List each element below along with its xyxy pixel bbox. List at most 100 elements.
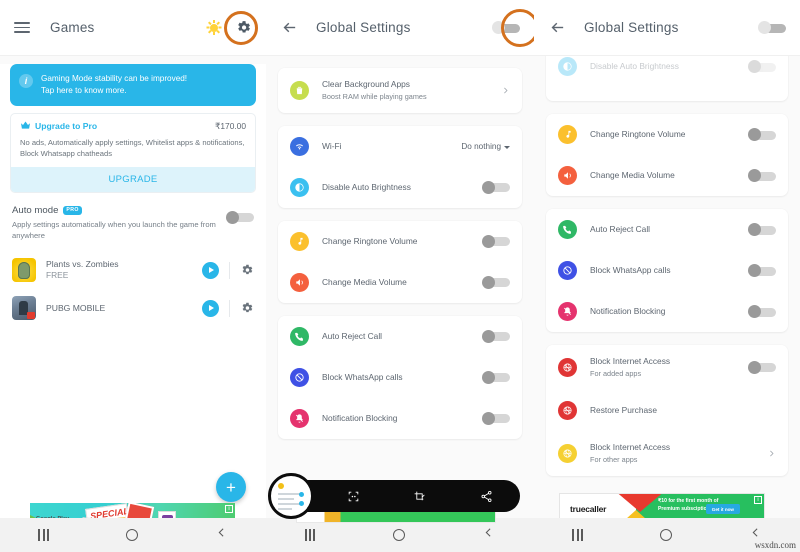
row-toggle[interactable] xyxy=(482,370,510,384)
chevron-right-icon[interactable] xyxy=(501,86,510,95)
row-toggle[interactable] xyxy=(482,234,510,248)
banner-text: Gaming Mode stability can be improved! T… xyxy=(41,73,187,97)
page-title: Global Settings xyxy=(584,20,679,35)
chevron-down-icon xyxy=(504,145,510,149)
row-toggle[interactable] xyxy=(748,169,776,182)
row-label: Block WhatsApp calls xyxy=(590,264,671,275)
list-item[interactable]: Block WhatsApp calls xyxy=(278,357,522,398)
row-label: Notification Blocking xyxy=(590,305,666,316)
auto-mode-section: Auto mode PRO Apply settings automatical… xyxy=(0,193,266,252)
hamburger-menu-icon[interactable] xyxy=(14,22,30,33)
row-label: Restore Purchase xyxy=(590,404,658,415)
card-network-display-partial: Disable Auto Brightness xyxy=(546,56,788,101)
row-toggle[interactable] xyxy=(748,360,776,374)
list-item[interactable]: Change Media Volume xyxy=(278,262,522,303)
recent-apps-button[interactable] xyxy=(38,529,49,541)
list-item[interactable]: Clear Background Apps Boost RAM while pl… xyxy=(278,68,522,113)
crop-edit-icon[interactable] xyxy=(413,490,426,503)
row-label: Disable Auto Brightness xyxy=(590,60,679,71)
screenshot-thumbnail[interactable] xyxy=(268,473,314,519)
globe-block-icon xyxy=(558,400,577,420)
wifi-action-dropdown[interactable]: Do nothing xyxy=(461,142,510,151)
ad-info-icon[interactable]: i xyxy=(225,505,233,513)
row-toggle[interactable] xyxy=(748,128,776,141)
list-item[interactable]: Plants vs. Zombies FREE xyxy=(0,251,266,289)
three-screenshot-strip: Games i Gaming Mode stability can be imp… xyxy=(0,0,800,552)
play-icon[interactable] xyxy=(202,299,219,317)
row-toggle[interactable] xyxy=(748,223,776,236)
home-button[interactable] xyxy=(125,529,138,541)
list-item[interactable]: Block Internet Access For other apps xyxy=(546,431,788,476)
row-labels: Restore Purchase xyxy=(590,405,776,417)
list-item[interactable]: Block Internet Access For added apps xyxy=(546,345,788,390)
recent-apps-button[interactable] xyxy=(572,529,583,541)
row-label: Block Internet Access xyxy=(590,356,671,366)
app-bar-global-settings: Global Settings xyxy=(534,0,800,56)
ad-cta-button[interactable]: Get it now xyxy=(705,504,740,514)
partially-hidden-ad-banner[interactable] xyxy=(296,511,496,523)
row-label: Block WhatsApp calls xyxy=(322,371,403,382)
add-game-fab[interactable]: + xyxy=(216,472,246,502)
row-toggle[interactable] xyxy=(748,305,776,318)
list-item[interactable]: Auto Reject Call xyxy=(278,316,522,357)
list-item[interactable]: Auto Reject Call xyxy=(546,209,788,250)
list-item[interactable]: Restore Purchase xyxy=(546,390,788,431)
list-item[interactable]: PUBG MOBILE xyxy=(0,289,266,327)
banner-line-2: Tap here to know more. xyxy=(41,85,127,95)
list-item[interactable]: Notification Blocking xyxy=(278,398,522,439)
back-arrow-icon[interactable] xyxy=(548,19,566,37)
back-button[interactable] xyxy=(482,526,495,544)
block-call-icon xyxy=(558,261,577,280)
pvz-game-icon xyxy=(12,258,36,283)
panel-global-settings-scrolled: Global Settings Disable Auto Brightness xyxy=(534,0,800,552)
settings-scroll-area[interactable]: Clear Background Apps Boost RAM while pl… xyxy=(266,56,534,552)
gear-icon[interactable] xyxy=(240,263,254,277)
list-item[interactable]: Disable Auto Brightness xyxy=(546,56,788,87)
gear-icon[interactable] xyxy=(240,301,254,315)
share-icon[interactable] xyxy=(480,490,493,503)
list-item[interactable]: Block WhatsApp calls xyxy=(546,250,788,291)
play-icon[interactable] xyxy=(202,261,219,279)
list-item[interactable]: Disable Auto Brightness xyxy=(278,167,522,208)
back-arrow-icon[interactable] xyxy=(280,19,298,37)
android-nav-bar xyxy=(0,518,266,552)
recent-apps-button[interactable] xyxy=(304,529,316,541)
list-item[interactable]: Wi-Fi Do nothing xyxy=(278,126,522,167)
chevron-right-icon[interactable] xyxy=(767,449,776,458)
pro-badge: PRO xyxy=(63,205,82,215)
row-labels: Block Internet Access For other apps xyxy=(590,442,767,465)
thumbnail-preview xyxy=(275,480,307,512)
settings-gear-icon[interactable] xyxy=(235,19,252,36)
home-button[interactable] xyxy=(392,529,405,541)
list-item[interactable]: Change Media Volume xyxy=(546,155,788,196)
list-item[interactable]: Change Ringtone Volume xyxy=(546,114,788,155)
screenshot-toolbar xyxy=(280,480,520,512)
auto-mode-toggle[interactable] xyxy=(226,210,254,224)
home-button[interactable] xyxy=(659,529,672,541)
brightness-sun-icon[interactable] xyxy=(206,20,221,35)
row-toggle[interactable] xyxy=(748,60,776,73)
row-toggle[interactable] xyxy=(482,275,510,289)
app-bar-global-settings: Global Settings xyxy=(266,0,534,56)
row-toggle[interactable] xyxy=(482,411,510,425)
smart-select-icon[interactable] xyxy=(347,490,360,503)
list-item[interactable]: Notification Blocking xyxy=(546,291,788,332)
upgrade-to-pro-card[interactable]: Upgrade to Pro ₹170.00 No ads, Automatic… xyxy=(10,112,256,193)
bell-off-icon xyxy=(558,302,577,321)
row-toggle[interactable] xyxy=(482,329,510,343)
banner-line-1: Gaming Mode stability can be improved! xyxy=(41,74,188,83)
upgrade-button[interactable]: UPGRADE xyxy=(11,166,255,192)
back-button[interactable] xyxy=(215,526,228,544)
row-sublabel: For other apps xyxy=(590,454,638,464)
music-note-icon xyxy=(290,231,309,251)
card-internet-access: Block Internet Access For added apps Res… xyxy=(546,345,788,476)
gaming-mode-banner[interactable]: i Gaming Mode stability can be improved!… xyxy=(10,64,256,106)
row-toggle[interactable] xyxy=(482,180,510,194)
global-settings-master-toggle[interactable] xyxy=(758,21,786,34)
ad-info-icon[interactable]: i xyxy=(754,496,762,504)
list-item[interactable]: Change Ringtone Volume xyxy=(278,221,522,262)
row-toggle[interactable] xyxy=(748,264,776,277)
settings-scroll-area[interactable]: Disable Auto Brightness Change Ringtone … xyxy=(534,56,800,552)
global-settings-master-toggle[interactable] xyxy=(492,21,520,34)
brightness-icon xyxy=(558,57,577,76)
